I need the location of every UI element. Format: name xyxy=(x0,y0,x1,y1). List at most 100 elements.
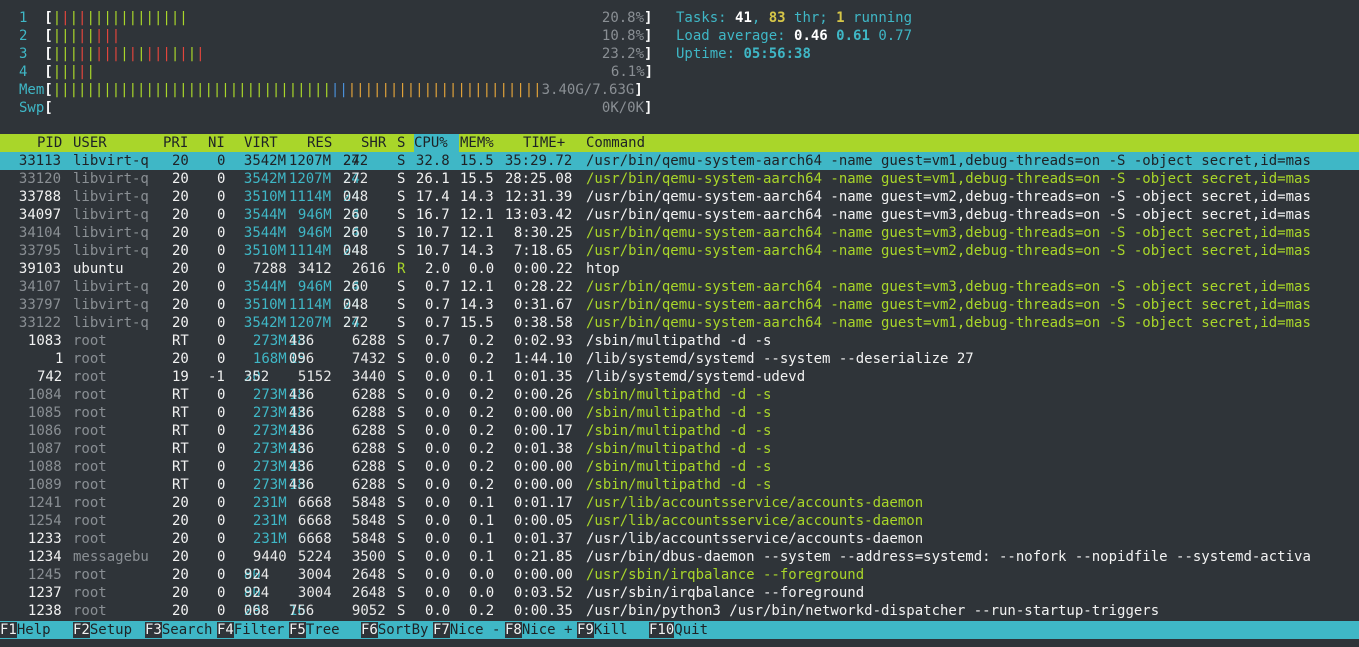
process-row[interactable]: 34107 libvirt-q 20 0 3544M 946M 24 260 S 0.7 12.1 0… xyxy=(0,278,1359,296)
process-time: 7:18.65 xyxy=(513,243,573,259)
process-cpu: 0.0 xyxy=(424,513,451,529)
process-user: root xyxy=(73,603,107,619)
process-row[interactable]: 34097 libvirt-q 20 0 3544M 946M 24 260 S 16.7 12.1… xyxy=(0,206,1359,224)
process-pid: 34097 xyxy=(18,207,62,223)
process-state: S xyxy=(396,225,406,241)
col-state[interactable]: S xyxy=(397,134,405,152)
process-cpu: 0.0 xyxy=(424,549,451,565)
function-key-f2[interactable]: F2Setup xyxy=(73,621,140,639)
process-row[interactable]: 33788 libvirt-q 20 0 3510M 1114M 24 048 S 17.4 14.… xyxy=(0,188,1359,206)
process-pid: 34104 xyxy=(18,225,62,241)
process-user: root xyxy=(73,477,107,493)
process-row[interactable]: 33122 libvirt-q 20 0 3542M 1207M 24 272 S 0.7 15.5… xyxy=(0,314,1359,332)
process-row[interactable]: 33795 libvirt-q 20 0 3510M 1114M 24 048 S 10.7 14.… xyxy=(0,242,1359,260)
process-command: /lib/systemd/systemd-udevd xyxy=(586,369,806,385)
process-row[interactable]: 1238 root 20 0 29 068 16 756 9052 S 0.0 0.2 0:00.35/… xyxy=(0,602,1359,620)
process-row[interactable]: 742 root 19 -1 20 352 5152 3440 S 0.0 0.1 0:01.35/l… xyxy=(0,368,1359,386)
col-time[interactable]: TIME+ xyxy=(523,134,565,152)
function-key-f5[interactable]: F5Tree xyxy=(289,621,356,639)
process-row[interactable]: 33113 libvirt-q 20 0 3542M 1207M 24 272 S 32.8 15.… xyxy=(0,152,1359,170)
process-user: root xyxy=(73,513,107,529)
process-pid: 1089 xyxy=(27,477,62,493)
process-row[interactable]: 1237 root 20 0 80 924 3004 2648 S 0.0 0.0 0:03.52/u… xyxy=(0,584,1359,602)
function-key-f6[interactable]: F6SortBy xyxy=(361,621,428,639)
process-user: root xyxy=(73,369,107,385)
process-time: 0:21.85 xyxy=(513,549,573,565)
process-nice: 0 xyxy=(216,585,226,601)
col-user[interactable]: USER xyxy=(73,134,107,152)
htop-terminal: 1 [|||||||||||||||| 20.8%] 2 [|||||||| 10.8… xyxy=(0,0,1359,647)
process-row[interactable]: 1 root 20 0 168M 15 096 7432 S 0.0 0.2 1:44.10/lib/… xyxy=(0,350,1359,368)
function-key-f8[interactable]: F8Nice + xyxy=(505,621,572,639)
function-key-f4[interactable]: F4Filter xyxy=(217,621,284,639)
cpu-meter-2: 2 [|||||||| xyxy=(19,27,120,45)
process-user: root xyxy=(73,441,107,457)
function-key-f1[interactable]: F1Help xyxy=(0,621,67,639)
col-virt[interactable]: VIRT xyxy=(244,134,278,152)
process-res: 1207M xyxy=(288,153,332,169)
process-mem: 0.0 xyxy=(468,585,495,601)
process-row[interactable]: 33120 libvirt-q 20 0 3542M 1207M 24 272 S 26.1 15.… xyxy=(0,170,1359,188)
process-priority: 20 xyxy=(171,351,189,367)
col-pri[interactable]: PRI xyxy=(163,134,188,152)
load-average: Load average: 0.46 0.61 0.77 xyxy=(676,28,913,44)
process-row[interactable]: 1245 root 20 0 80 924 3004 2648 S 0.0 0.0 0:00.00/u… xyxy=(0,566,1359,584)
process-pid: 1233 xyxy=(27,531,62,547)
process-row[interactable]: 1089 root RT 0 273M 18 436 6288 S 0.0 0.2 0:00.00/s… xyxy=(0,476,1359,494)
process-state: S xyxy=(396,387,406,403)
process-row[interactable]: 1234 messagebu 20 0 9440 5224 3500 S 0.0 0.1 0:21.… xyxy=(0,548,1359,566)
process-nice: 0 xyxy=(216,531,226,547)
process-row[interactable]: 33797 libvirt-q 20 0 3510M 1114M 24 048 S 0.7 14.3… xyxy=(0,296,1359,314)
process-row[interactable]: 1087 root RT 0 273M 18 436 6288 S 0.0 0.2 0:01.38/s… xyxy=(0,440,1359,458)
process-row[interactable]: 1233 root 20 0 231M 6668 5848 S 0.0 0.1 0:01.37/us… xyxy=(0,530,1359,548)
process-shr: 5848 xyxy=(351,495,386,511)
process-user: root xyxy=(73,495,107,511)
process-virt: 273M xyxy=(252,333,287,349)
col-res[interactable]: RES xyxy=(307,134,332,152)
process-cpu: 0.0 xyxy=(424,459,451,475)
process-virt: 3542M xyxy=(243,171,287,187)
process-row[interactable]: 1241 root 20 0 231M 6668 5848 S 0.0 0.1 0:01.17/us… xyxy=(0,494,1359,512)
process-cpu: 0.0 xyxy=(424,531,451,547)
col-ni[interactable]: NI xyxy=(208,134,225,152)
process-virt: 3542M xyxy=(243,315,287,331)
col-mem[interactable]: MEM% xyxy=(460,134,494,152)
process-shr: 2616 xyxy=(351,261,386,277)
process-state: S xyxy=(396,279,406,295)
process-row[interactable]: 34104 libvirt-q 20 0 3544M 946M 24 260 S 10.7 12.1… xyxy=(0,224,1359,242)
process-state: S xyxy=(396,315,406,331)
function-key-f10[interactable]: F10Quit xyxy=(649,621,708,639)
process-row[interactable]: 39103 ubuntu 20 0 7288 3412 2616 R 2.0 0.0 0:00.22… xyxy=(0,260,1359,278)
col-command[interactable]: Command xyxy=(586,134,645,152)
process-row[interactable]: 1086 root RT 0 273M 18 436 6288 S 0.0 0.2 0:00.17/s… xyxy=(0,422,1359,440)
process-res: 1207M xyxy=(288,315,332,331)
memory-meter-bar: ||||||||||||||||||||||||||||||||||||||||… xyxy=(52,82,542,98)
process-priority: 20 xyxy=(171,243,189,259)
function-key-f7[interactable]: F7Nice - xyxy=(433,621,500,639)
function-key-f3[interactable]: F3Search xyxy=(145,621,212,639)
process-shr: 6288 xyxy=(351,441,386,457)
process-priority: RT xyxy=(171,405,189,421)
cpu-meter-value: 20.8%] xyxy=(601,10,653,26)
function-key-label: SortBy xyxy=(377,622,429,638)
process-user: libvirt-q xyxy=(73,171,149,187)
col-pid[interactable]: PID xyxy=(37,134,62,152)
process-row[interactable]: 1254 root 20 0 231M 6668 5848 S 0.0 0.1 0:00.05/us… xyxy=(0,512,1359,530)
process-row[interactable]: 1084 root RT 0 273M 18 436 6288 S 0.0 0.2 0:00.26/s… xyxy=(0,386,1359,404)
process-virt: 273M xyxy=(252,459,287,475)
process-priority: 20 xyxy=(171,207,189,223)
process-command: /usr/bin/qemu-system-aarch64 -name guest… xyxy=(586,279,1311,295)
process-row[interactable]: 1088 root RT 0 273M 18 436 6288 S 0.0 0.2 0:00.00/s… xyxy=(0,458,1359,476)
process-state: S xyxy=(396,153,406,169)
col-cpu-sorted[interactable]: CPU% xyxy=(414,134,459,152)
cpu-meter-4: 4 [||||| xyxy=(19,63,95,81)
process-row[interactable]: 1083 root RT 0 273M 18 436 6288 S 0.7 0.2 0:02.93/s… xyxy=(0,332,1359,350)
col-shr[interactable]: SHR xyxy=(361,134,386,152)
function-key-f9[interactable]: F9Kill xyxy=(577,621,644,639)
cpu-meter-value: 10.8%] xyxy=(601,28,653,44)
process-mem: 12.1 xyxy=(459,207,494,223)
process-command: /usr/lib/accountsservice/accounts-daemon xyxy=(586,495,924,511)
process-nice: 0 xyxy=(216,225,226,241)
process-nice: 0 xyxy=(216,315,226,331)
process-row[interactable]: 1085 root RT 0 273M 18 436 6288 S 0.0 0.2 0:00.00/s… xyxy=(0,404,1359,422)
